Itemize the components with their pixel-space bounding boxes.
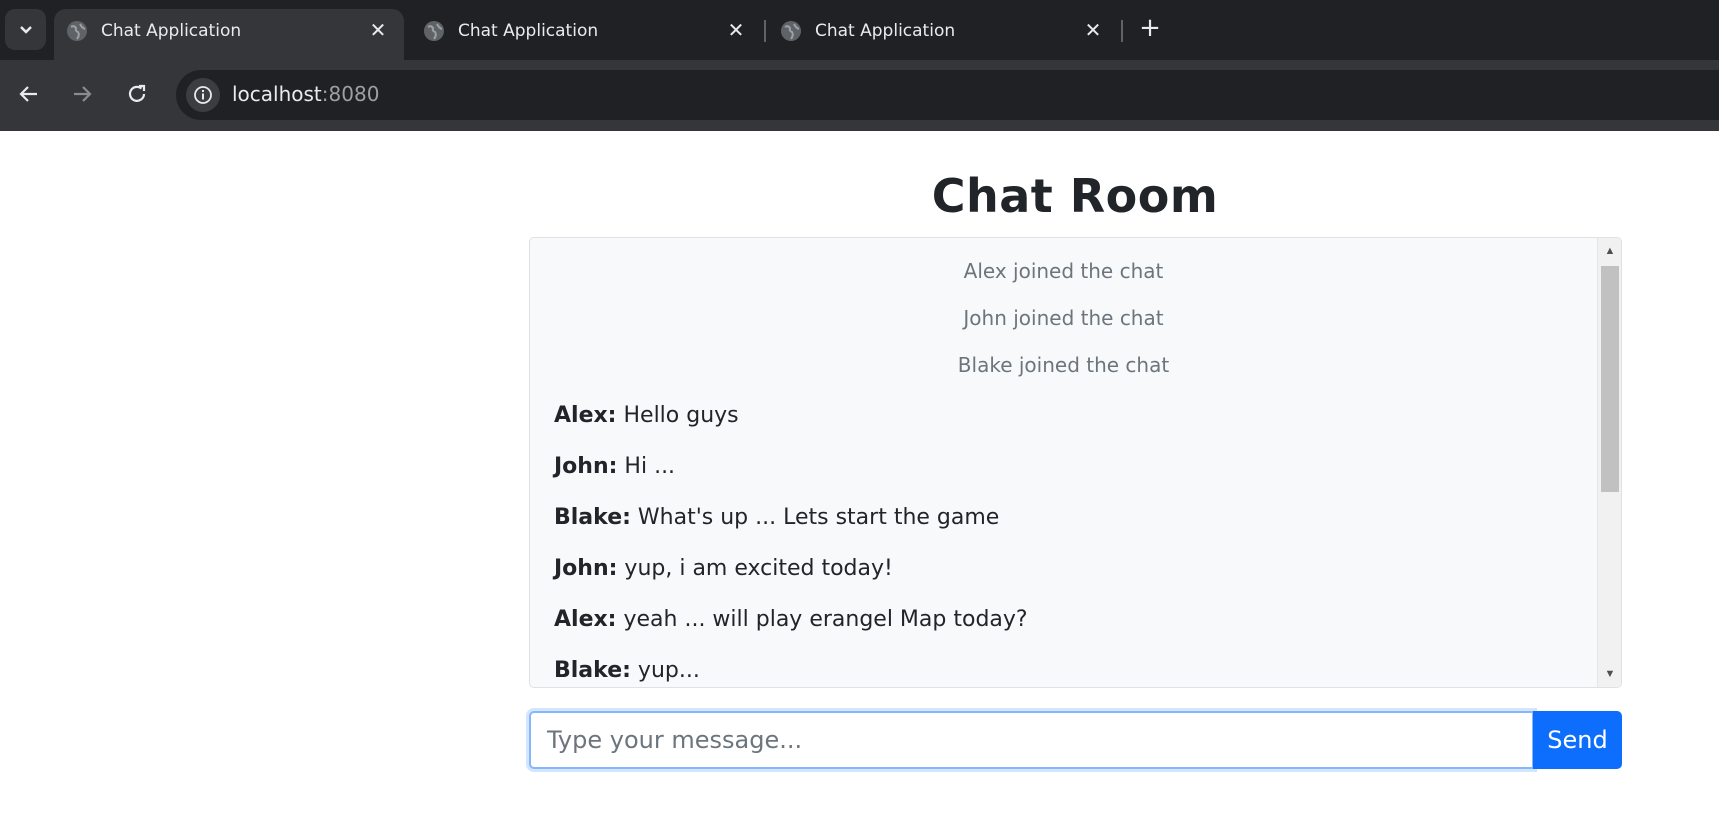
back-button[interactable] bbox=[12, 77, 46, 111]
browser-tab-bar: Chat Application ✕ Chat Application ✕ Ch… bbox=[0, 0, 1719, 60]
globe-icon bbox=[67, 21, 87, 41]
chat-message: John: Hi ... bbox=[554, 454, 675, 479]
message-text: Hello guys bbox=[623, 403, 739, 428]
system-message: Blake joined the chat bbox=[957, 353, 1170, 377]
globe-icon bbox=[424, 21, 444, 41]
tab-divider bbox=[1121, 20, 1123, 42]
url-host: localhost bbox=[232, 82, 322, 106]
address-bar[interactable]: localhost:8080 bbox=[176, 70, 1719, 120]
tab-title: Chat Application bbox=[101, 21, 242, 41]
info-icon bbox=[194, 86, 212, 104]
url-text: localhost:8080 bbox=[232, 82, 379, 106]
message-list: Alex joined the chat John joined the cha… bbox=[530, 238, 1597, 687]
arrow-left-icon bbox=[19, 86, 37, 102]
tab-search-button[interactable] bbox=[5, 9, 46, 50]
message-composer: Send bbox=[529, 711, 1622, 769]
chat-message: Alex: Hello guys bbox=[554, 403, 739, 428]
browser-tab-1[interactable]: Chat Application ✕ bbox=[54, 9, 404, 60]
tab-title: Chat Application bbox=[815, 21, 956, 41]
new-tab-button[interactable]: + bbox=[1135, 13, 1165, 43]
chat-message: Blake: What's up ... Lets start the game bbox=[554, 505, 999, 530]
page-title: Chat Room bbox=[931, 169, 1219, 223]
message-text: yeah ... will play erangel Map today? bbox=[623, 607, 1028, 632]
message-sender: Alex: bbox=[554, 403, 617, 428]
globe-icon bbox=[781, 21, 801, 41]
message-sender: John: bbox=[554, 556, 618, 581]
scroll-down-arrow-icon[interactable]: ▼ bbox=[1598, 663, 1621, 685]
chevron-down-icon bbox=[19, 25, 32, 34]
reload-button[interactable] bbox=[120, 77, 154, 111]
message-sender: John: bbox=[554, 454, 618, 479]
message-text: What's up ... Lets start the game bbox=[637, 505, 1000, 530]
url-port: :8080 bbox=[321, 82, 380, 106]
site-info-button[interactable] bbox=[186, 78, 220, 112]
chat-message: John: yup, i am excited today! bbox=[554, 556, 893, 581]
browser-toolbar: localhost:8080 bbox=[0, 60, 1719, 131]
chat-scrollbar[interactable]: ▲ ▼ bbox=[1597, 238, 1621, 687]
message-text: Hi ... bbox=[624, 454, 676, 479]
message-sender: Alex: bbox=[554, 607, 617, 632]
message-text: yup, i am excited today! bbox=[624, 556, 893, 581]
message-input[interactable] bbox=[529, 711, 1534, 769]
browser-tab-3[interactable]: Chat Application ✕ bbox=[768, 9, 1118, 60]
browser-tab-2[interactable]: Chat Application ✕ bbox=[411, 9, 761, 60]
page-content: Chat Room Alex joined the chat John join… bbox=[0, 131, 1719, 833]
reload-icon bbox=[128, 84, 146, 102]
send-button[interactable]: Send bbox=[1533, 711, 1622, 769]
chat-messages-panel[interactable]: Alex joined the chat John joined the cha… bbox=[529, 237, 1622, 688]
tab-divider bbox=[764, 20, 766, 42]
close-icon[interactable]: ✕ bbox=[366, 18, 390, 42]
close-icon[interactable]: ✕ bbox=[1081, 18, 1105, 42]
chat-message: Alex: yeah ... will play erangel Map tod… bbox=[554, 607, 1028, 632]
chat-message: Blake: yup... bbox=[554, 658, 700, 683]
tab-title: Chat Application bbox=[458, 21, 599, 41]
message-sender: Blake: bbox=[554, 658, 631, 683]
system-message: John joined the chat bbox=[963, 306, 1164, 330]
plus-icon: + bbox=[1139, 13, 1161, 43]
scrollbar-thumb[interactable] bbox=[1601, 266, 1619, 492]
scroll-up-arrow-icon[interactable]: ▲ bbox=[1598, 240, 1621, 262]
arrow-right-icon bbox=[74, 86, 92, 102]
system-message: Alex joined the chat bbox=[963, 259, 1164, 283]
message-sender: Blake: bbox=[554, 505, 631, 530]
message-text: yup... bbox=[637, 658, 700, 683]
close-icon[interactable]: ✕ bbox=[724, 18, 748, 42]
forward-button[interactable] bbox=[65, 77, 99, 111]
